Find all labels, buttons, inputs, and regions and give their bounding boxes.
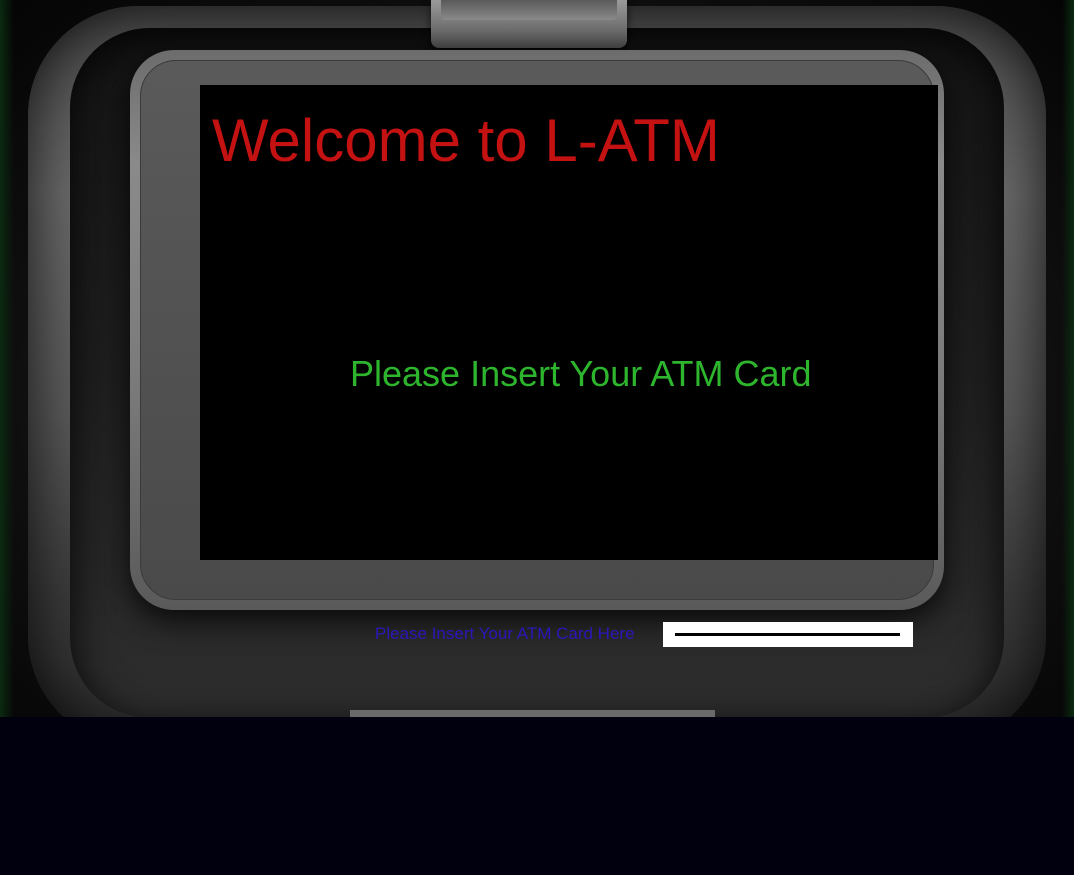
welcome-title: Welcome to L-ATM [212,107,720,174]
card-slot-line [675,633,900,636]
insert-card-prompt: Please Insert Your ATM Card [350,353,812,394]
atm-top-slot-opening [441,0,617,20]
backdrop-edge-right [1062,0,1074,717]
atm-top-slot [431,0,627,48]
card-insert-field[interactable] [663,622,913,647]
atm-page: Welcome to L-ATM Please Insert Your ATM … [0,0,1074,875]
card-insert-label: Please Insert Your ATM Card Here [375,624,635,643]
atm-screen: Welcome to L-ATM Please Insert Your ATM … [200,85,938,560]
backdrop-edge-left [0,0,14,717]
atm-bottom-lip [350,710,715,717]
